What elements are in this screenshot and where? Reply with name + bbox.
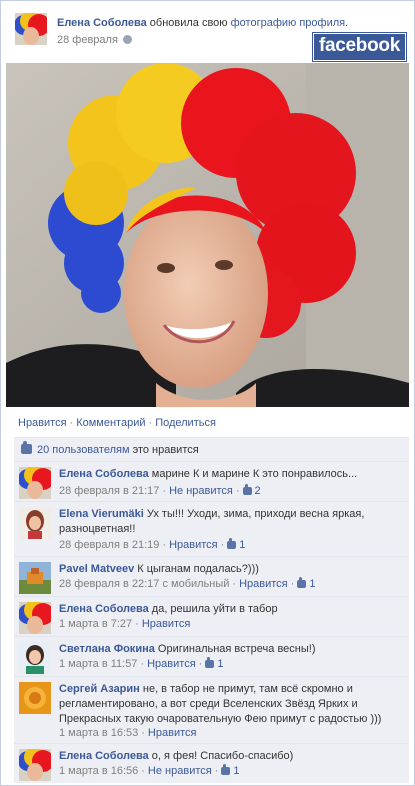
like-button[interactable]: Нравится — [18, 417, 67, 429]
commenter-avatar[interactable] — [19, 749, 51, 781]
comment-author[interactable]: Елена Соболева — [59, 750, 149, 762]
thumbs-up-icon — [242, 484, 252, 495]
comment-item: Светлана Фокина Оригинальная встреча вес… — [14, 636, 409, 676]
comment-likes-count[interactable]: 1 — [221, 764, 240, 777]
comment-meta: 28 февраля в 21:19 · Нравится · 1 — [59, 538, 246, 551]
thumbs-up-icon — [205, 657, 215, 668]
comment-like-button[interactable]: Не нравится — [148, 765, 212, 777]
commenter-avatar[interactable] — [19, 602, 51, 634]
comment-author[interactable]: Elena Vierumäki — [59, 508, 144, 520]
comment-text: Оригинальная встреча весны!) — [157, 643, 316, 655]
comment-author[interactable]: Елена Соболева — [59, 468, 149, 480]
comment-item: Elena Vierumäki Ух ты!!! Уходи, зима, пр… — [14, 501, 409, 556]
commenter-avatar[interactable] — [19, 642, 51, 674]
comment-likes-count[interactable]: 1 — [205, 657, 224, 670]
commenter-avatar[interactable] — [19, 562, 51, 594]
separator: · — [148, 417, 153, 429]
comment-text: К цыганам подалась?))) — [137, 563, 259, 575]
thumbs-up-icon — [21, 441, 32, 454]
commenter-avatar[interactable] — [19, 467, 51, 499]
comment-time[interactable]: 1 марта в 7:27 — [59, 618, 132, 630]
comment-text: да, решила уйти в табор — [151, 603, 278, 615]
comment-likes-count[interactable]: 1 — [227, 538, 246, 551]
comment-button[interactable]: Комментарий — [76, 417, 145, 429]
comment-author[interactable]: Pavel Matveev — [59, 563, 134, 575]
comment-time[interactable]: 1 марта в 16:56 — [59, 765, 138, 777]
comment-body: Елена Соболева о, я фея! Спасибо-спасибо… — [59, 749, 403, 764]
comment-time[interactable]: 28 февраля в 21:19 — [59, 539, 159, 551]
comment-meta: 1 марта в 16:53 · Нравится — [59, 727, 197, 739]
comment-item: Елена Соболева о, я фея! Спасибо-спасибо… — [14, 743, 409, 783]
comment-like-button[interactable]: Нравится — [239, 578, 288, 590]
comment-like-button[interactable]: Нравится — [142, 618, 191, 630]
comment-author[interactable]: Светлана Фокина — [59, 643, 155, 655]
comment-time[interactable]: 28 февраля в 21:17 — [59, 485, 159, 497]
profile-photo-link[interactable]: фотографию профиля — [231, 17, 345, 29]
share-button[interactable]: Поделиться — [155, 417, 216, 429]
comment-likes-value: 1 — [233, 765, 240, 777]
facebook-logo: facebook — [312, 33, 406, 61]
likers-link[interactable]: 20 пользователям — [37, 444, 130, 456]
post-card: Елена Соболева обновила свою фотографию … — [0, 0, 415, 786]
comment-body: Pavel Matveev К цыганам подалась?))) — [59, 562, 403, 577]
commenter-avatar[interactable] — [19, 507, 51, 539]
comment-body: Elena Vierumäki Ух ты!!! Уходи, зима, пр… — [59, 507, 403, 537]
comment-likes-count[interactable]: 1 — [297, 577, 316, 590]
comment-item: Сергей Азарин не, в табор не примут, там… — [14, 676, 409, 743]
post-title-line: Елена Соболева обновила свою фотографию … — [57, 17, 348, 29]
likes-summary: 20 пользователям это нравится — [14, 437, 409, 461]
comment-body: Сергей Азарин не, в табор не примут, там… — [59, 682, 403, 727]
comment-item: Елена Соболева марине К и марине К это п… — [14, 461, 409, 501]
comment-likes-value: 1 — [239, 539, 246, 551]
comment-meta: 28 февраля в 21:17 · Не нравится · 2 — [59, 484, 261, 497]
comment-body: Елена Соболева марине К и марине К это п… — [59, 467, 403, 482]
comment-meta: 1 марта в 16:56 · Не нравится · 1 — [59, 764, 240, 777]
comment-likes-count[interactable]: 2 — [242, 484, 261, 497]
comment-time[interactable]: 1 марта в 11:57 — [59, 658, 137, 670]
comment-like-button[interactable]: Не нравится — [169, 485, 233, 497]
comment-body: Елена Соболева да, решила уйти в табор — [59, 602, 403, 617]
separator: · — [69, 417, 74, 429]
comment-time[interactable]: 1 марта в 16:53 — [59, 727, 138, 739]
comment-text: марине К и марине К это понравилось... — [151, 468, 358, 480]
comment-like-button[interactable]: Нравится — [147, 658, 196, 670]
comment-item: Pavel Matveev К цыганам подалась?))) 28 … — [14, 556, 409, 596]
author-avatar[interactable] — [15, 13, 47, 45]
post-action-end: . — [345, 17, 349, 29]
comment-likes-value: 1 — [309, 578, 316, 590]
likes-text: это нравится — [129, 444, 199, 456]
post-action-text: обновила свою — [146, 17, 231, 29]
post-author-link[interactable]: Елена Соболева — [57, 17, 147, 29]
globe-icon[interactable] — [122, 35, 132, 44]
post-date[interactable]: 28 февраля — [57, 34, 118, 46]
comment-text: о, я фея! Спасибо-спасибо) — [151, 750, 294, 762]
comment-like-button[interactable]: Нравится — [169, 539, 218, 551]
profile-photo[interactable] — [6, 63, 409, 407]
comment-body: Светлана Фокина Оригинальная встреча вес… — [59, 642, 403, 657]
comment-meta: 1 марта в 11:57 · Нравится · 1 — [59, 657, 224, 670]
comment-likes-value: 2 — [254, 485, 261, 497]
comment-likes-value: 1 — [217, 658, 224, 670]
post-actions: Нравится · Комментарий · Поделиться — [18, 417, 216, 429]
comment-meta: 28 февраля в 22:17 с мобильный · Нравится ·… — [59, 577, 316, 590]
comment-item: Елена Соболева да, решила уйти в табор 1… — [14, 596, 409, 636]
comment-author[interactable]: Елена Соболева — [59, 603, 149, 615]
comment-like-button[interactable]: Нравится — [148, 727, 197, 739]
thumbs-up-icon — [297, 577, 307, 588]
post-meta: 28 февраля — [57, 34, 132, 46]
thumbs-up-icon — [221, 764, 231, 775]
commenter-avatar[interactable] — [19, 682, 51, 714]
comment-author[interactable]: Сергей Азарин — [59, 683, 140, 695]
comment-time[interactable]: 28 февраля в 22:17 с мобильный — [59, 578, 229, 590]
thumbs-up-icon — [227, 538, 237, 549]
comment-meta: 1 марта в 7:27 · Нравится — [59, 618, 191, 630]
